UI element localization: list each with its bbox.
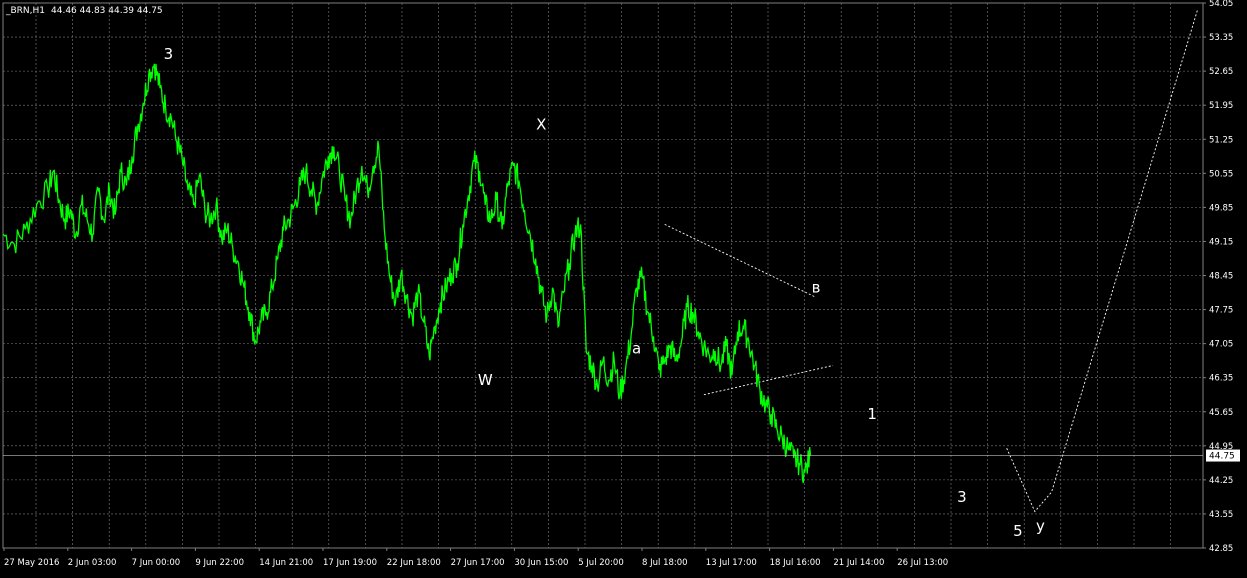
x-tick-label: 13 Jul 17:00 (706, 558, 757, 568)
y-tick-label: 45.65 (1209, 408, 1233, 418)
wave-label: 1 (867, 405, 877, 423)
ohlc-values: 44.46 44.83 44.39 44.75 (51, 6, 163, 16)
x-tick-label: 17 Jun 19:00 (323, 558, 377, 568)
x-tick-label: 14 Jun 21:00 (259, 558, 313, 568)
price-chart[interactable]: 3 X Wa в 1 3 5 y 54.05 53.35 52.65 51.95 51.25 50.55… (0, 0, 1247, 574)
x-tick-label: 2 Jun 03:00 (68, 558, 117, 568)
wave-label: 5 (1013, 522, 1023, 540)
x-tick-label: 5 Jul 20:00 (578, 558, 624, 568)
chart-window[interactable]: 3 X Wa в 1 3 5y 54.05 53.35 52.65 51.95 51.25 50.55… (0, 0, 1247, 574)
y-tick-label: 46.35 (1209, 374, 1233, 384)
x-tick-label: 18 Jul 16:00 (770, 558, 821, 568)
y-tick-label: 47.75 (1209, 306, 1233, 316)
x-tick-label: 22 Jun 18:00 (387, 558, 441, 568)
y-tick-label: 53.35 (1209, 33, 1233, 43)
y-tick-label: 50.55 (1209, 169, 1233, 179)
y-tick-label: 48.45 (1209, 272, 1233, 282)
y-tick-label: 43.55 (1209, 510, 1233, 520)
x-tick-label: 9 Jun 22:00 (195, 558, 244, 568)
x-tick-label: 7 Jun 00:00 (132, 558, 181, 568)
y-tick-label: 49.85 (1209, 203, 1233, 213)
symbol-label: _BRN,H1 (5, 6, 45, 16)
wave-label: a (632, 339, 641, 357)
y-tick-label: 42.85 (1209, 544, 1233, 554)
y-tick-label: 49.15 (1209, 237, 1233, 247)
y-tick-label: 54.05 (1209, 0, 1233, 9)
chart-background (0, 0, 1247, 574)
x-tick-label: 26 Jul 13:00 (897, 558, 948, 568)
wave-label: y (1036, 517, 1045, 535)
x-tick-label: 27 May 2016 (4, 558, 59, 568)
current-price-label: 44.75 (1209, 452, 1235, 462)
x-tick-label: 30 Jun 15:00 (514, 558, 568, 568)
wave-label: W (478, 371, 493, 389)
wave-label: в (812, 279, 821, 297)
wave-label: 3 (164, 45, 174, 63)
y-tick-label: 52.65 (1209, 67, 1233, 77)
x-tick-label: 8 Jul 18:00 (642, 558, 688, 568)
y-tick-label: 51.25 (1209, 135, 1233, 145)
y-tick-label: 44.25 (1209, 476, 1233, 486)
wave-label: 3 (957, 488, 967, 506)
y-tick-label: 51.95 (1209, 101, 1233, 111)
wave-label: X (536, 116, 546, 134)
x-tick-label: 27 Jun 17:00 (451, 558, 505, 568)
x-tick-label: 21 Jul 14:00 (833, 558, 884, 568)
y-tick-label: 47.05 (1209, 340, 1233, 350)
